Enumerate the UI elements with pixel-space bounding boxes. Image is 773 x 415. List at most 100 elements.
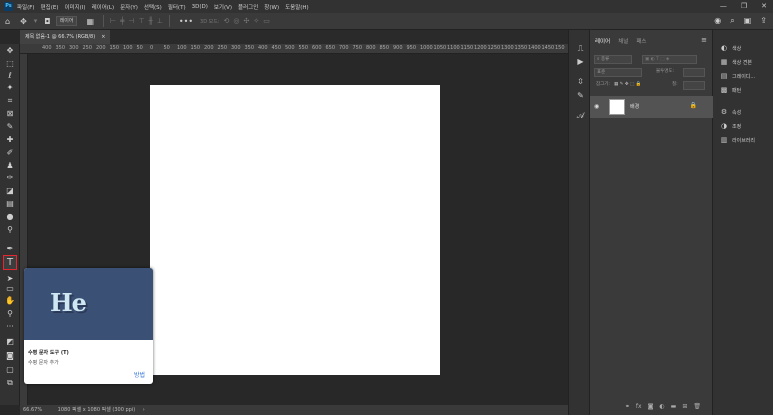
adjustment-icon[interactable]: ◐ bbox=[659, 403, 664, 412]
menu-help[interactable]: 도움말(H) bbox=[285, 3, 309, 11]
panel-libraries[interactable]: ▥ 라이브러리 bbox=[720, 136, 755, 144]
trash-icon[interactable]: 🗑 bbox=[693, 403, 701, 412]
restore-icon[interactable]: ❐ bbox=[741, 2, 747, 10]
menu-filter[interactable]: 필터(T) bbox=[168, 3, 186, 11]
menu-type[interactable]: 문자(Y) bbox=[120, 3, 138, 11]
menu-plugins[interactable]: 플러그인 bbox=[238, 3, 258, 11]
auto-select-dropdown[interactable]: 레이어 bbox=[55, 16, 78, 26]
3d-rotate-icon[interactable]: ⟲ bbox=[224, 17, 230, 25]
move-tool-icon[interactable]: ✥ bbox=[20, 17, 27, 26]
stamp-tool-icon[interactable]: ♟ bbox=[3, 160, 17, 171]
history-icon[interactable]: ⎍ bbox=[575, 44, 586, 54]
actions-icon[interactable]: ▶ bbox=[575, 57, 586, 66]
panel-gradients[interactable]: ▤ 그레이디... bbox=[720, 72, 755, 80]
eyedropper-tool-icon[interactable]: ✎ bbox=[3, 121, 17, 132]
hand-tool-icon[interactable]: ✋ bbox=[3, 295, 17, 306]
opacity-field[interactable] bbox=[683, 68, 705, 77]
panel-color[interactable]: ◐ 색상 bbox=[720, 44, 741, 52]
brush-tool-icon[interactable]: ✐ bbox=[3, 147, 17, 158]
menu-file[interactable]: 파일(F) bbox=[17, 3, 35, 11]
magic-wand-tool-icon[interactable]: ✦ bbox=[3, 82, 17, 93]
new-layer-icon[interactable]: ⊞ bbox=[682, 403, 687, 412]
lasso-tool-icon[interactable]: ℓ bbox=[3, 70, 17, 81]
auto-select-icon[interactable]: ◘ bbox=[44, 17, 50, 26]
mask-icon[interactable]: ◙ bbox=[648, 403, 654, 412]
home-icon[interactable]: ⌂ bbox=[5, 17, 10, 26]
transform-controls-icon[interactable]: ▦ bbox=[86, 17, 94, 26]
tab-paths[interactable]: 패스 bbox=[636, 37, 646, 48]
panel-adjustments[interactable]: ◑ 조정 bbox=[720, 122, 741, 130]
layer-row[interactable]: ◉ 배경 🔒 bbox=[590, 96, 713, 118]
3d-slide-icon[interactable]: ✧ bbox=[253, 17, 259, 25]
link-icon[interactable]: ⚭ bbox=[625, 403, 630, 412]
close-tab-icon[interactable]: × bbox=[101, 30, 105, 44]
menu-select[interactable]: 선택(S) bbox=[144, 3, 162, 11]
move-tool-icon[interactable]: ✥ bbox=[3, 45, 17, 56]
more-tools-icon[interactable]: ··· bbox=[3, 321, 17, 332]
learn-icon[interactable]: ◉ bbox=[714, 16, 721, 26]
tooltip-learn-link[interactable]: 방법 bbox=[134, 370, 145, 379]
share-icon[interactable]: ⇪ bbox=[760, 16, 767, 26]
zoom-level[interactable]: 66.67% bbox=[23, 407, 42, 413]
panel-patterns[interactable]: ▩ 패턴 bbox=[720, 86, 742, 94]
align-bottom-icon[interactable]: ⊥ bbox=[157, 17, 163, 25]
align-left-icon[interactable]: ⊢ bbox=[110, 17, 116, 25]
search-icon[interactable]: ⌕ bbox=[730, 16, 734, 26]
history-brush-tool-icon[interactable]: ✑ bbox=[3, 172, 17, 183]
align-middle-icon[interactable]: ╫ bbox=[149, 17, 153, 25]
3d-scale-icon[interactable]: ▭ bbox=[263, 17, 270, 25]
panel-properties[interactable]: ⚙ 속성 bbox=[720, 108, 741, 116]
close-icon[interactable]: ✕ bbox=[761, 2, 767, 10]
align-top-icon[interactable]: ⊤ bbox=[138, 17, 144, 25]
gradient-tool-icon[interactable]: ▤ bbox=[3, 198, 17, 209]
chevron-down-icon[interactable]: ▾ bbox=[34, 17, 38, 25]
canvas[interactable] bbox=[150, 85, 440, 375]
panel-menu-icon[interactable]: ≡ bbox=[701, 36, 707, 44]
menu-view[interactable]: 보기(V) bbox=[214, 3, 232, 11]
fx-icon[interactable]: fx bbox=[636, 403, 642, 412]
3d-pan-icon[interactable]: ✣ bbox=[244, 17, 250, 25]
crop-tool-icon[interactable]: ⌗ bbox=[3, 95, 17, 106]
filter-icons[interactable]: ▣ ◐ T ⬚ ◈ bbox=[642, 55, 697, 64]
screen-mode-icon[interactable]: ▢ bbox=[3, 364, 17, 375]
character-icon[interactable]: 𝒜 bbox=[575, 111, 586, 121]
minimize-icon[interactable]: — bbox=[720, 2, 727, 10]
tab-layers[interactable]: 레이어 bbox=[595, 37, 610, 48]
brushes-icon[interactable]: ✎ bbox=[575, 91, 586, 100]
status-arrow-icon[interactable]: › bbox=[143, 407, 145, 413]
menu-window[interactable]: 창(W) bbox=[264, 3, 279, 11]
folder-icon[interactable]: ▬ bbox=[671, 403, 677, 412]
frame-tool-icon[interactable]: ⊠ bbox=[3, 108, 17, 119]
workspace-icon[interactable]: ▣ bbox=[744, 16, 752, 26]
menu-3d[interactable]: 3D(D) bbox=[192, 4, 208, 10]
artboard-icon[interactable]: ⧉ bbox=[3, 377, 17, 388]
menu-layer[interactable]: 레이어(L) bbox=[92, 3, 115, 11]
marquee-tool-icon[interactable]: ⬚ bbox=[3, 58, 17, 69]
blend-mode-dropdown[interactable]: 표준 bbox=[594, 68, 642, 77]
menu-edit[interactable]: 편집(E) bbox=[41, 3, 59, 11]
horizontal-type-tool-icon[interactable]: T bbox=[3, 255, 17, 270]
layer-filter-dropdown[interactable]: ⌕ 종류 bbox=[594, 55, 632, 64]
zoom-tool-icon[interactable]: ⚲ bbox=[3, 308, 17, 319]
shape-tool-icon[interactable]: ▭ bbox=[3, 283, 17, 294]
fill-field[interactable] bbox=[683, 81, 705, 90]
brush-settings-icon[interactable]: ⇳ bbox=[575, 77, 586, 86]
pen-tool-icon[interactable]: ✒ bbox=[3, 243, 17, 254]
document-tab[interactable]: 제목 없음-1 @ 66.7% (RGB/8) × bbox=[20, 30, 111, 44]
more-icon[interactable]: ••• bbox=[179, 17, 193, 26]
quick-mask-icon[interactable]: ◙ bbox=[3, 350, 17, 361]
menu-image[interactable]: 이미지(I) bbox=[64, 3, 85, 11]
3d-roll-icon[interactable]: ◎ bbox=[233, 17, 239, 25]
eraser-tool-icon[interactable]: ◪ bbox=[3, 185, 17, 196]
panel-swatches[interactable]: ▦ 색상 견본 bbox=[720, 58, 752, 66]
lock-icon[interactable]: 🔒 bbox=[690, 102, 697, 109]
eye-icon[interactable]: ◉ bbox=[594, 103, 599, 110]
healing-brush-tool-icon[interactable]: ✚ bbox=[3, 134, 17, 145]
lock-icons[interactable]: ▦ ✎ ✥ ⬚ 🔒 bbox=[612, 81, 657, 90]
align-center-icon[interactable]: ╪ bbox=[120, 17, 124, 25]
color-swatches-icon[interactable]: ◩ bbox=[3, 336, 17, 347]
dodge-tool-icon[interactable]: ⚲ bbox=[3, 224, 17, 235]
tab-channels[interactable]: 채널 bbox=[618, 37, 628, 48]
align-right-icon[interactable]: ⊣ bbox=[128, 17, 134, 25]
blur-tool-icon[interactable]: ● bbox=[3, 211, 17, 222]
